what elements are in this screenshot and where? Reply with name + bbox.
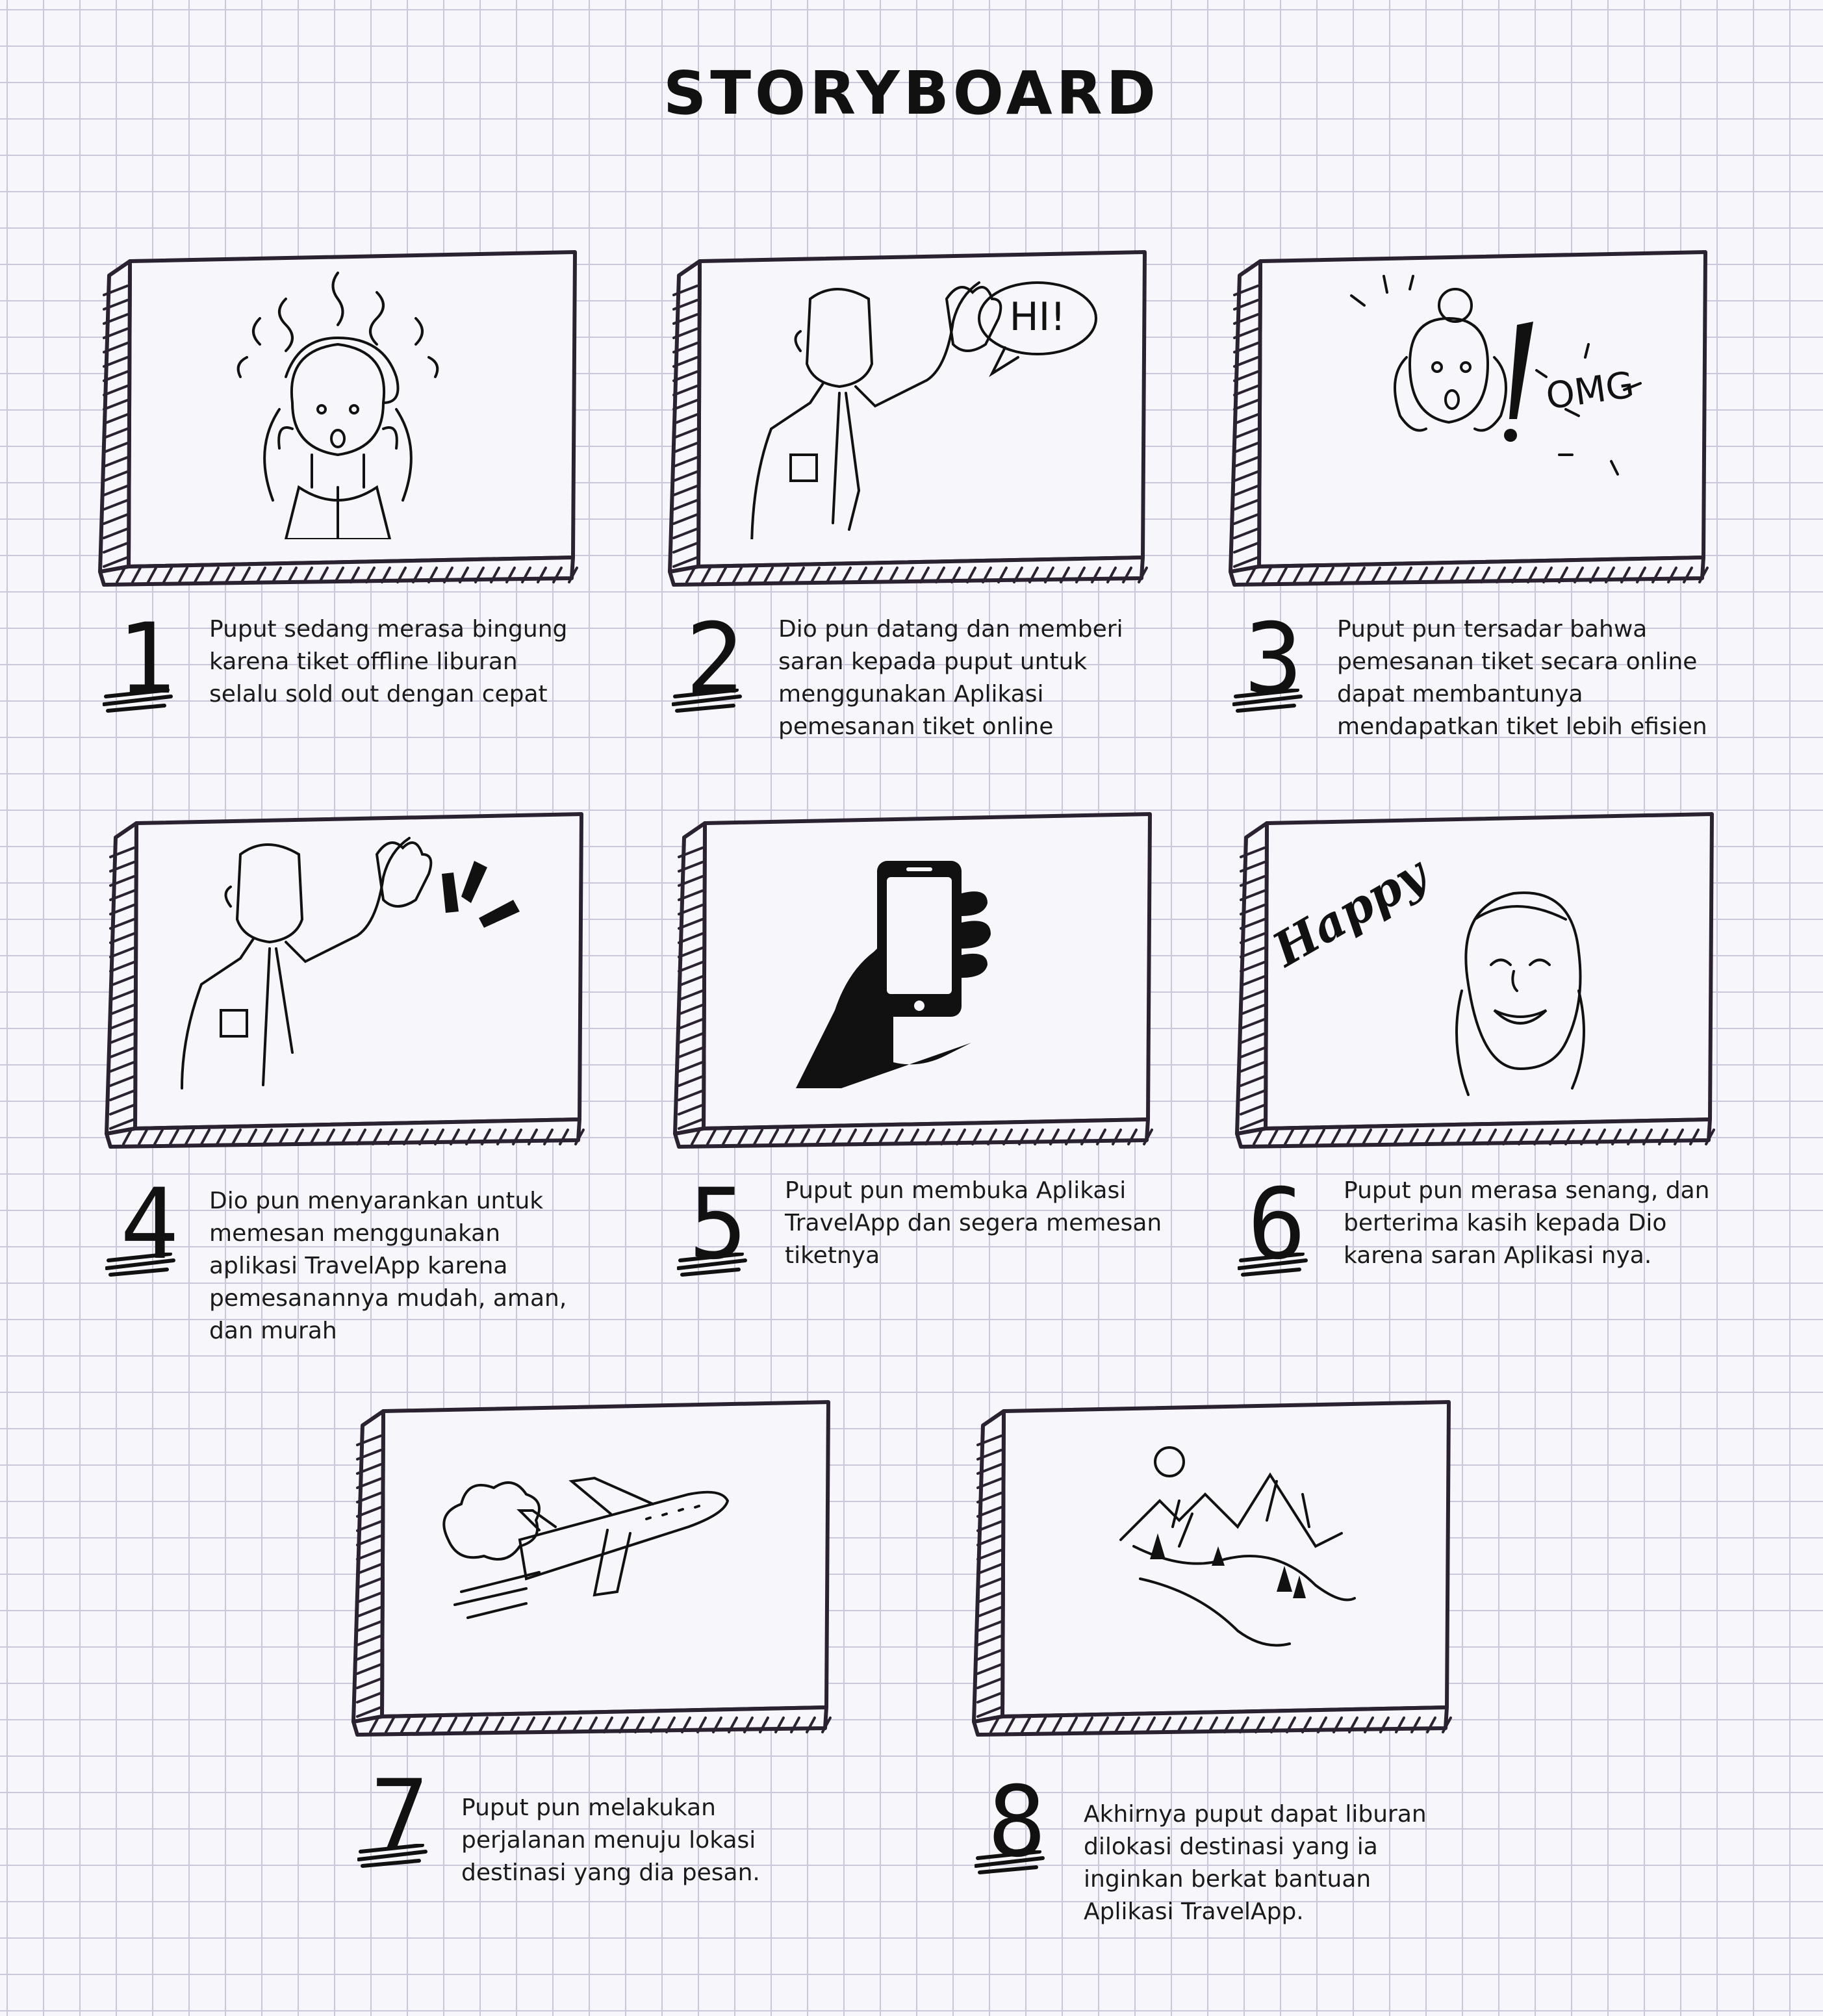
storyboard-panel-8 [965, 1397, 1459, 1737]
panel-caption-6: Puput pun merasa senang, dan berterima k… [1344, 1177, 1710, 1269]
panel-caption-1: Puput sedang merasa bingung karena tiket… [209, 616, 568, 708]
number-underline [672, 689, 742, 713]
airplane-illustration [442, 1476, 730, 1619]
number-underline [1232, 689, 1303, 713]
stressed-woman-illustration [236, 272, 439, 539]
number-underline [975, 1850, 1045, 1874]
number-underline [105, 1253, 175, 1277]
mountains-illustration [1119, 1446, 1356, 1647]
page-title: STORYBOARD [663, 58, 1160, 128]
omg-text: OMG [1544, 364, 1637, 418]
panel-caption-7: Puput pun melakukan perjalanan menuju lo… [461, 1794, 760, 1886]
storyboard-panel-3: OMG [1221, 247, 1715, 587]
man-waving-illustration [181, 837, 520, 1090]
storyboard-panel-5 [666, 809, 1160, 1149]
number-underline [1238, 1253, 1308, 1277]
panel-caption-4: Dio pun menyarankan untuk memesan menggu… [209, 1188, 567, 1344]
panel-caption-8: Akhirnya puput dapat liburan dilokasi de… [1084, 1801, 1427, 1925]
storyboard-panel-6: Happy [1228, 809, 1722, 1149]
number-underline [357, 1844, 427, 1868]
hi-bubble-text: HI! [1010, 294, 1066, 340]
hand-holding-phone-illustration [796, 861, 991, 1088]
happy-woman-illustration: Happy [1267, 845, 1585, 1096]
number-underline [103, 689, 173, 713]
number-underline [677, 1253, 747, 1277]
happy-script-text: Happy [1267, 845, 1438, 978]
storyboard-panel-7 [344, 1397, 838, 1737]
panel-caption-3: Puput pun tersadar bahwa pemesanan tiket… [1337, 616, 1707, 740]
surprised-woman-illustration: OMG [1350, 275, 1642, 476]
panel-caption-2: Dio pun datang dan memberi saran kepada … [778, 616, 1123, 740]
storyboard-panel-1 [91, 247, 585, 587]
man-saying-hi-illustration: HI! [750, 281, 1097, 539]
panel-caption-5: Puput pun membuka Aplikasi TravelApp dan… [785, 1177, 1162, 1269]
storyboard-panel-2: HI! [661, 247, 1154, 587]
storyboard-panel-4 [97, 809, 591, 1149]
